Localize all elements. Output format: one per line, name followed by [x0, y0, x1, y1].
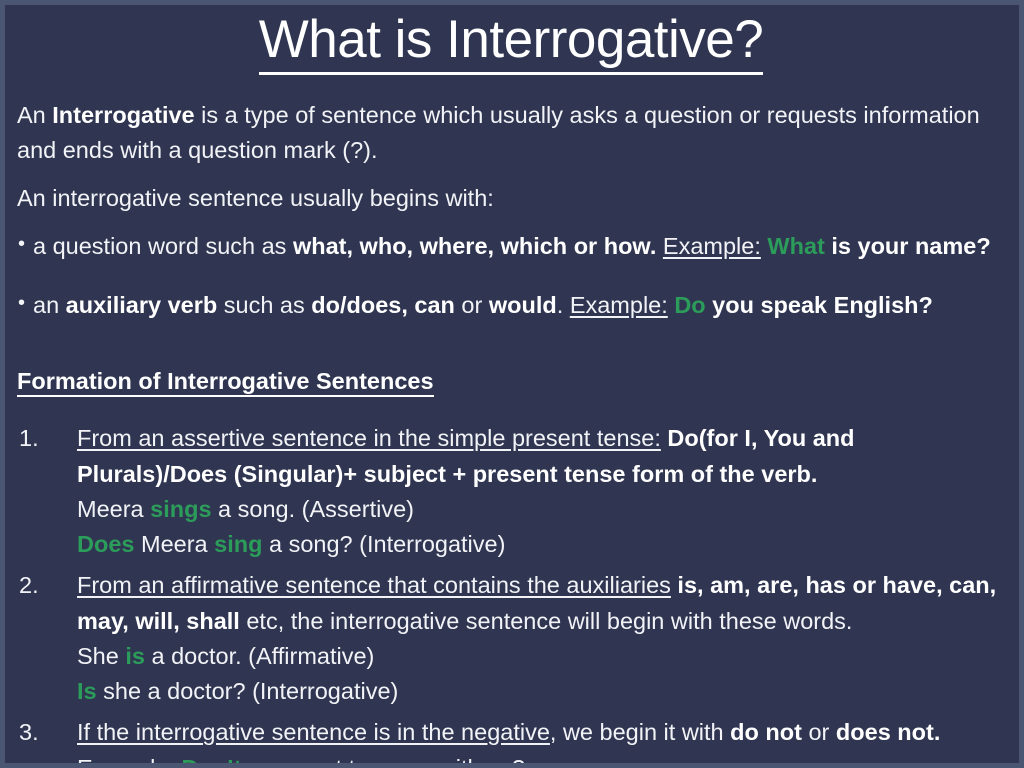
rule-2-text: From an affirmative sentence that contai…	[77, 568, 1005, 639]
rule-2-example-affirmative: She is a doctor. (Affirmative)	[77, 639, 1005, 674]
rule-3-bold-tail2: does not.	[835, 719, 941, 746]
rule-2-plain-tail: etc, the interrogative sentence will beg…	[239, 607, 853, 634]
bullet-auxiliary-verb: an auxiliary verb such as do/does, can o…	[17, 288, 1005, 323]
bullet-2-lead: an	[33, 291, 66, 318]
formation-heading-text: Formation of Interrogative Sentences	[17, 367, 434, 397]
rule-1-text: From an assertive sentence in the simple…	[77, 421, 1005, 492]
bullet-2-example-label: Example:	[569, 291, 668, 318]
rule-3-bold-tail: do not	[730, 719, 802, 746]
bullet-2-bold-terms3: would	[488, 291, 557, 318]
rule-item-1: 1. From an assertive sentence in the sim…	[17, 421, 1005, 562]
rule-3-plain-mid: , we begin it with	[549, 719, 731, 746]
bullet-2-middle: such as	[217, 291, 312, 318]
rule-3-example-rest: you want to come with us?	[241, 754, 525, 768]
rule-1-examples: Meera sings a song. (Assertive) Does Mee…	[77, 492, 1005, 563]
rule-1-example-interrogative: Does Meera sing a song? (Interrogative)	[77, 527, 1005, 562]
rule-item-2: 2. From an affirmative sentence that con…	[17, 568, 1005, 709]
intro-part1: An	[17, 102, 53, 129]
bullet-1-example-label: Example:	[662, 232, 761, 259]
rule-2-example-interrogative: Is she a doctor? (Interrogative)	[77, 674, 1005, 709]
slide-content: What is Interrogative? An Interrogative …	[5, 11, 1019, 768]
bullet-2-example-rest: you speak English?	[705, 291, 933, 318]
rule-3-text: If the interrogative sentence is in the …	[77, 715, 1005, 768]
bullet-1-bold-terms: what, who, where, which or how.	[292, 232, 657, 259]
intro-bold-term: Interrogative	[52, 102, 195, 129]
formation-heading: Formation of Interrogative Sentences	[17, 365, 1005, 398]
rule-1-ex2-mid: Meera	[134, 531, 215, 558]
rule-3-underlined: If the interrogative sentence is in the …	[77, 719, 550, 746]
rule-3-example-label: Example:	[77, 754, 175, 768]
begins-line: An interrogative sentence usually begins…	[17, 184, 494, 211]
bullet-1-lead: a question word such as	[33, 232, 293, 259]
bullet-2-bold-terms2: do/does, can	[311, 291, 455, 318]
rule-3-plain-mid2: or	[801, 719, 836, 746]
rule-1-underlined: From an assertive sentence in the simple…	[77, 425, 661, 452]
rule-1-example-assertive: Meera sings a song. (Assertive)	[77, 492, 1005, 527]
bullet-1-example-accent: What	[767, 232, 825, 259]
rule-1-ex1-pre: Meera	[77, 495, 151, 522]
rule-2-underlined: From an affirmative sentence that contai…	[77, 572, 671, 599]
page-title-text: What is Interrogative?	[258, 11, 764, 76]
rules-list: 1. From an assertive sentence in the sim…	[17, 421, 1005, 768]
rule-1-ex2-accent-lead: Does	[77, 531, 135, 558]
rule-item-3: 3. If the interrogative sentence is in t…	[17, 715, 1005, 768]
rule-3-number: 3.	[19, 719, 39, 746]
bullet-question-word: a question word such as what, who, where…	[17, 229, 1005, 264]
rule-1-ex2-accent2: sing	[214, 531, 263, 558]
rule-2-ex1-pre: She	[77, 642, 126, 669]
bullet-2-bold-terms: auxiliary verb	[65, 291, 218, 318]
rule-1-ex1-post: a song. (Assertive)	[211, 495, 414, 522]
bullet-2-middle3: .	[556, 291, 570, 318]
rule-2-examples: She is a doctor. (Affirmative) Is she a …	[77, 639, 1005, 710]
slide-container: What is Interrogative? An Interrogative …	[0, 0, 1024, 768]
intro-paragraph: An Interrogative is a type of sentence w…	[17, 98, 1005, 169]
rule-2-ex1-post: a doctor. (Affirmative)	[144, 642, 375, 669]
rule-2-ex2-post: she a doctor? (Interrogative)	[96, 678, 399, 705]
page-title: What is Interrogative?	[17, 11, 1005, 81]
rule-1-ex2-post: a song? (Interrogative)	[262, 531, 506, 558]
rule-2-ex1-accent: is	[125, 642, 145, 669]
bullet-2-example-accent: Do	[674, 291, 706, 318]
bullet-1-example-rest: is your name?	[824, 232, 991, 259]
rule-1-number: 1.	[19, 425, 39, 452]
rule-1-ex1-accent: sings	[150, 495, 212, 522]
rule-2-ex2-accent-lead: Is	[77, 678, 97, 705]
rule-2-number: 2.	[19, 572, 39, 599]
rule-3-example-accent: Don’t	[181, 754, 242, 768]
bullet-2-middle2: or	[454, 291, 489, 318]
